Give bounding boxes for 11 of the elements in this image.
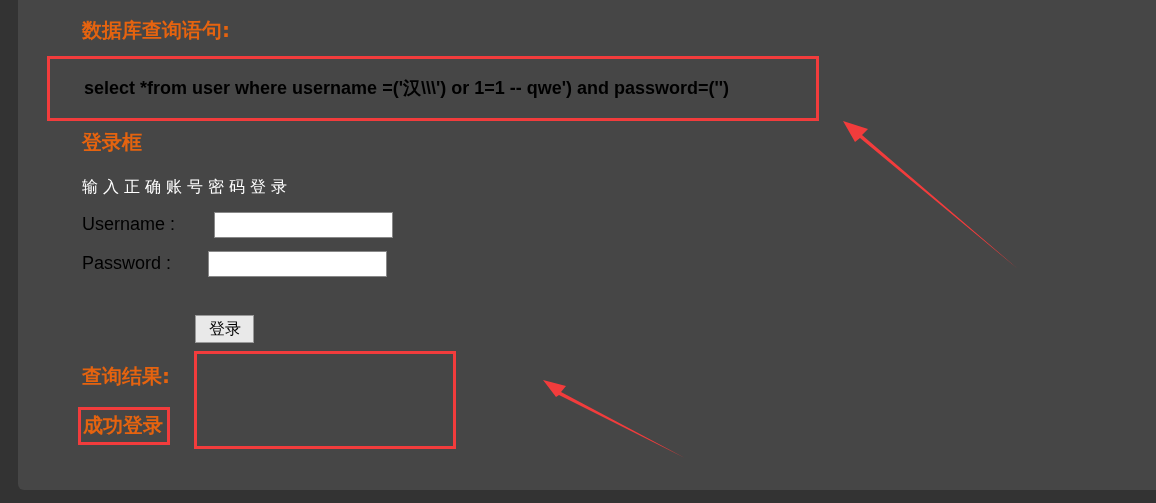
field-label: Password :: [82, 252, 173, 275]
text-input-field[interactable]: [214, 211, 393, 238]
text-input-field[interactable]: [208, 250, 387, 277]
sql-query-text: select *from user where username =('汉\\\') or 1=1 -- qwe') and password=(''): [84, 77, 730, 100]
instruction-text: 输入正确账号密码登录: [82, 176, 292, 198]
login-button[interactable]: 登录: [195, 315, 254, 343]
section-heading: 数据库查询语句:: [82, 17, 230, 44]
section-heading: 登录框: [82, 129, 142, 156]
section-heading: 查询结果:: [82, 363, 170, 390]
field-label: Username :: [82, 213, 177, 236]
result-message: 成功登录: [78, 407, 170, 445]
